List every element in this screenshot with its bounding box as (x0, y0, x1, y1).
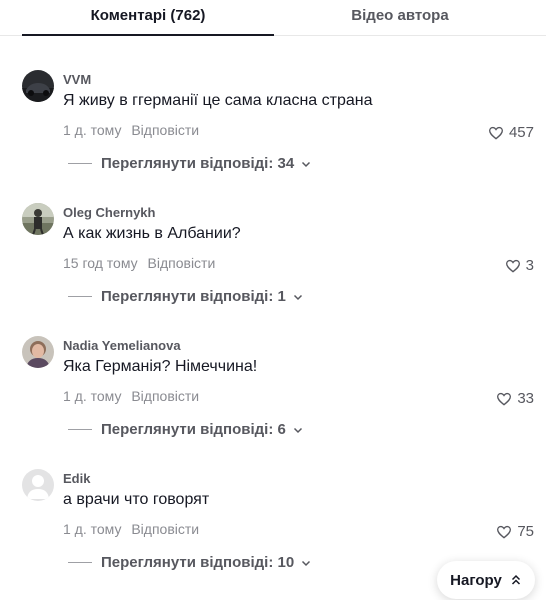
like-count: 3 (525, 257, 534, 274)
like-count: 33 (517, 390, 534, 407)
view-replies-label: Переглянути відповіді: 6 (101, 421, 286, 438)
avatar[interactable] (22, 70, 54, 102)
reply-button[interactable]: Відповісти (148, 255, 216, 271)
reply-button[interactable]: Відповісти (131, 388, 199, 404)
like-button[interactable]: 457 (488, 124, 534, 141)
heart-outline-icon (488, 126, 503, 140)
avatar[interactable] (22, 469, 54, 501)
view-replies-label: Переглянути відповіді: 1 (101, 288, 286, 305)
heart-outline-icon (497, 525, 512, 539)
tab-comments[interactable]: Коментарі (762) (22, 0, 274, 36)
like-button[interactable]: 75 (496, 523, 534, 540)
like-button[interactable]: 3 (505, 257, 534, 274)
comment-username[interactable]: VVM (63, 72, 91, 87)
view-replies-label: Переглянути відповіді: 10 (101, 554, 295, 571)
back-to-top-label: Нагору (450, 571, 502, 589)
comment-time: 1 д. тому (63, 521, 122, 537)
comment-text: Яка Германія? Німеччина! (63, 358, 258, 375)
view-replies-button[interactable]: Переглянути відповіді: 1 (68, 288, 304, 305)
chevron-down-icon (302, 161, 311, 167)
divider-line (68, 163, 92, 164)
comment-meta: 15 год тому Відповісти (63, 255, 215, 271)
divider-line (68, 296, 92, 297)
view-replies-button[interactable]: Переглянути відповіді: 10 (68, 554, 312, 571)
comment-username[interactable]: Nadia Yemelianova (63, 338, 181, 353)
divider-line (68, 562, 92, 563)
reply-button[interactable]: Відповісти (131, 122, 199, 138)
view-replies-button[interactable]: Переглянути відповіді: 34 (68, 155, 312, 172)
comment-text: Я живу в ггерманії це сама класна страна (63, 92, 373, 109)
double-chevron-up-icon (511, 574, 520, 585)
like-count: 457 (508, 124, 534, 141)
reply-button[interactable]: Відповісти (131, 521, 199, 537)
avatar[interactable] (22, 336, 54, 368)
comment-meta: 1 д. тому Відповісти (63, 388, 199, 404)
like-count: 75 (517, 523, 534, 540)
comment-meta: 1 д. тому Відповісти (63, 521, 199, 537)
chevron-down-icon (293, 294, 302, 300)
comment-meta: 1 д. тому Відповісти (63, 122, 199, 138)
tab-creator-videos[interactable]: Відео автора (274, 0, 526, 36)
view-replies-label: Переглянути відповіді: 34 (101, 155, 295, 172)
heart-outline-icon (497, 392, 512, 406)
comment-time: 1 д. тому (63, 388, 122, 404)
divider-line (68, 429, 92, 430)
like-button[interactable]: 33 (496, 390, 534, 407)
comment-text: а врачи что говорят (63, 491, 210, 508)
chevron-down-icon (302, 560, 311, 566)
comment-text: А как жизнь в Албании? (63, 225, 241, 242)
comment-time: 15 год тому (63, 255, 138, 271)
comment-username[interactable]: Edik (63, 471, 90, 486)
heart-outline-icon (505, 259, 520, 273)
comment-time: 1 д. тому (63, 122, 122, 138)
comments-tab-bar: Коментарі (762) Відео автора (0, 0, 546, 36)
avatar[interactable] (22, 203, 54, 235)
view-replies-button[interactable]: Переглянути відповіді: 6 (68, 421, 304, 438)
chevron-down-icon (293, 427, 302, 433)
back-to-top-button[interactable]: Нагору (437, 561, 535, 599)
comment-username[interactable]: Oleg Chernykh (63, 205, 155, 220)
